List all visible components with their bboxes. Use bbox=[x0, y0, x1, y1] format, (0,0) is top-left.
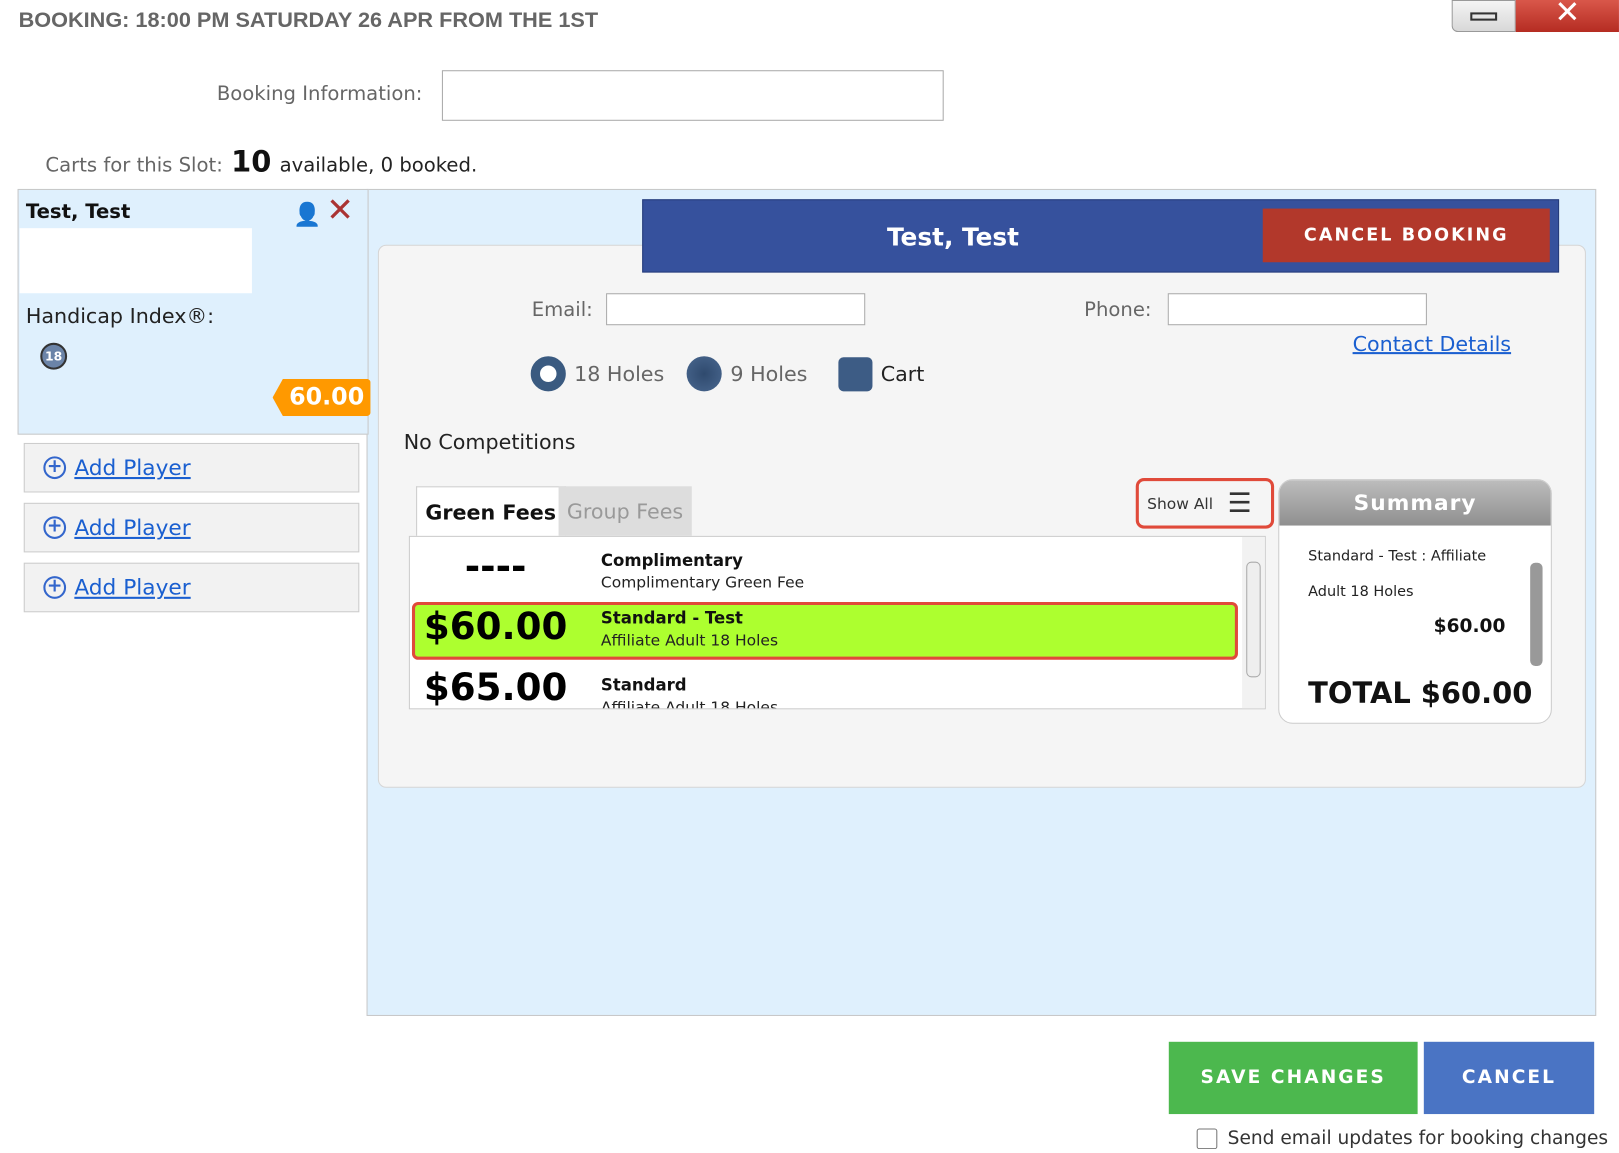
email-label: Email: bbox=[531, 298, 593, 322]
fee-row[interactable]: ---- Complimentary Complimentary Green F… bbox=[410, 540, 1241, 598]
fee-row[interactable]: $65.00 Standard Affiliate Adult 18 Holes bbox=[410, 666, 1241, 710]
cancel-booking-button[interactable]: CANCEL BOOKING bbox=[1262, 208, 1550, 263]
summary-scrollbar[interactable] bbox=[1530, 542, 1544, 666]
18-holes-label: 18 Holes bbox=[574, 361, 665, 387]
player-notes bbox=[19, 228, 252, 294]
plus-icon: + bbox=[43, 516, 67, 539]
fee-name: Standard bbox=[600, 675, 687, 695]
phone-input[interactable] bbox=[1167, 293, 1427, 326]
cart-label: Cart bbox=[880, 361, 925, 387]
minimize-icon bbox=[1470, 11, 1498, 21]
9-holes-radio[interactable] bbox=[686, 356, 723, 392]
cart-checkbox[interactable] bbox=[838, 356, 873, 391]
plus-icon: + bbox=[43, 576, 67, 599]
close-button[interactable]: ✕ bbox=[1515, 0, 1619, 33]
booking-info-label: Booking Information: bbox=[216, 82, 423, 106]
booking-info-input[interactable] bbox=[441, 70, 944, 121]
handicap-badge: 18 bbox=[40, 342, 68, 370]
cancel-button[interactable]: CANCEL bbox=[1423, 1041, 1595, 1115]
9-holes-label: 9 Holes bbox=[730, 361, 808, 387]
contact-details-link[interactable]: Contact Details bbox=[1353, 331, 1512, 356]
user-icon[interactable]: 👤 bbox=[293, 202, 321, 228]
fee-row-selected[interactable]: $60.00 Standard - Test Affiliate Adult 1… bbox=[411, 601, 1238, 660]
summary-title: Summary bbox=[1279, 480, 1551, 526]
competitions-text: No Competitions bbox=[403, 429, 576, 455]
carts-label: Carts for this Slot: bbox=[45, 153, 223, 177]
fees-scrollbar[interactable] bbox=[1242, 536, 1265, 709]
window-controls: ✕ bbox=[1451, 0, 1619, 33]
fee-price: $65.00 bbox=[423, 666, 568, 710]
header-player-name: Test, Test bbox=[886, 223, 1020, 252]
fees-list: ---- Complimentary Complimentary Green F… bbox=[408, 535, 1266, 710]
minimize-button[interactable] bbox=[1451, 0, 1516, 33]
add-player-1[interactable]: + Add Player bbox=[23, 442, 360, 493]
carts-status: available, 0 booked. bbox=[279, 153, 478, 177]
list-icon: ☰ bbox=[1227, 487, 1252, 519]
player-card[interactable]: Test, Test 👤 ✕ Handicap Index®: 18 60.00 bbox=[17, 188, 371, 435]
show-all-button[interactable]: Show All ☰ bbox=[1135, 478, 1275, 529]
fee-description: Affiliate Adult 18 Holes bbox=[600, 630, 779, 650]
phone-label: Phone: bbox=[1084, 298, 1152, 322]
fee-description: Complimentary Green Fee bbox=[600, 573, 805, 592]
add-player-link[interactable]: Add Player bbox=[74, 515, 190, 540]
add-player-2[interactable]: + Add Player bbox=[23, 502, 360, 553]
summary-total: TOTAL $60.00 bbox=[1308, 676, 1533, 711]
summary-line2: Adult 18 Holes bbox=[1308, 583, 1414, 600]
player-name: Test, Test bbox=[25, 200, 131, 224]
add-player-link[interactable]: Add Player bbox=[74, 455, 190, 480]
fee-name: Complimentary bbox=[600, 550, 743, 570]
18-holes-radio[interactable] bbox=[530, 356, 566, 392]
summary-line1: Standard - Test : Affiliate bbox=[1308, 548, 1487, 565]
tab-green-fees[interactable]: Green Fees bbox=[416, 486, 566, 536]
price-tag: 60.00 bbox=[272, 378, 371, 417]
fee-price: ---- bbox=[464, 546, 527, 589]
show-all-label: Show All bbox=[1147, 494, 1214, 513]
remove-player-icon[interactable]: ✕ bbox=[326, 190, 354, 229]
dialog-title: BOOKING: 18:00 PM SATURDAY 26 APR FROM T… bbox=[18, 8, 599, 33]
save-changes-button[interactable]: SAVE CHANGES bbox=[1168, 1041, 1418, 1115]
carts-count: 10 bbox=[231, 144, 272, 179]
summary-amount: $60.00 bbox=[1433, 615, 1506, 638]
email-updates-checkbox[interactable] bbox=[1196, 1128, 1218, 1149]
fee-description: Affiliate Adult 18 Holes bbox=[600, 697, 779, 710]
fee-price: $60.00 bbox=[423, 606, 568, 649]
add-player-3[interactable]: + Add Player bbox=[23, 562, 360, 613]
plus-icon: + bbox=[43, 456, 67, 480]
fee-name: Standard - Test bbox=[600, 608, 743, 628]
email-updates-label: Send email updates for booking changes bbox=[1227, 1127, 1609, 1150]
tab-group-fees[interactable]: Group Fees bbox=[558, 486, 692, 536]
add-player-link[interactable]: Add Player bbox=[74, 575, 190, 600]
player-header: Test, Test CANCEL BOOKING bbox=[642, 199, 1560, 273]
email-input[interactable] bbox=[606, 293, 866, 326]
handicap-label: Handicap Index®: bbox=[25, 303, 215, 329]
summary-panel: Summary Standard - Test : Affiliate Adul… bbox=[1278, 479, 1552, 724]
